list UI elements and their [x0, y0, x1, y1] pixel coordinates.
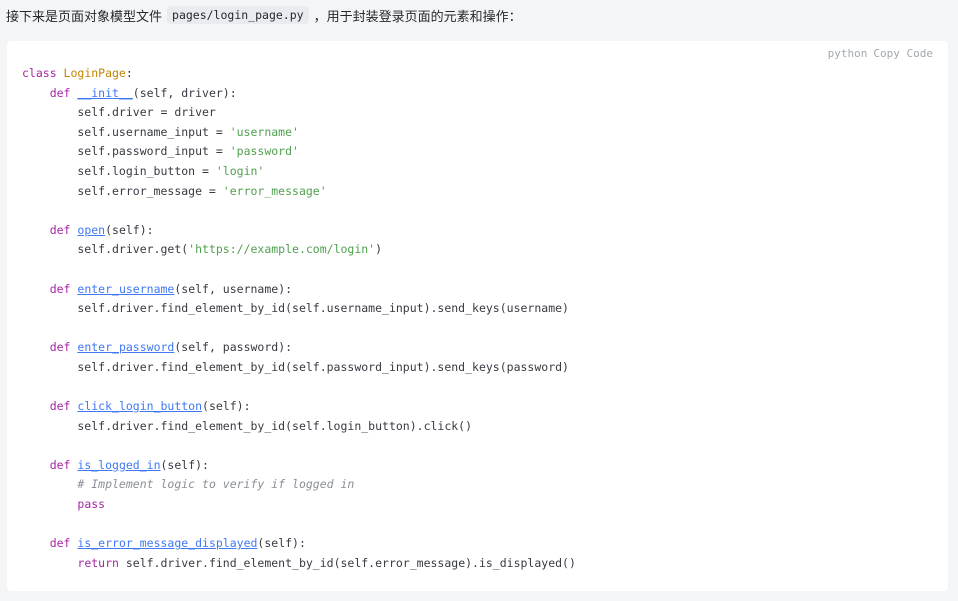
code-text: ) — [375, 242, 383, 257]
code-text: self.login_button = — [22, 163, 216, 178]
intro-text: 接下来是页面对象模型文件 pages/login_page.py ，用于封装登录… — [6, 4, 522, 26]
code-line: self.login_button = 'login' — [22, 162, 576, 182]
code-keyword: class — [22, 66, 64, 80]
code-text: self.driver.find_element_by_id(self.pass… — [22, 359, 569, 374]
code-line: self.error_message = 'error_message' — [22, 182, 576, 202]
code-function-name: click_login_button — [77, 399, 203, 414]
code-comment: # Implement logic to verify if logged in — [77, 477, 355, 492]
code-line: self.driver.find_element_by_id(self.logi… — [22, 417, 576, 437]
code-function-name: is_error_message_displayed — [77, 536, 258, 551]
code-class-name: LoginPage — [63, 66, 126, 80]
code-keyword: pass — [77, 497, 106, 512]
code-line: self.driver.find_element_by_id(self.pass… — [22, 358, 576, 378]
code-line: return self.driver.find_element_by_id(se… — [22, 554, 576, 574]
code-keyword: def — [49, 457, 78, 472]
code-line: def is_error_message_displayed(self): — [22, 534, 576, 554]
copy-label: Copy — [873, 47, 900, 60]
code-function-name: __init__ — [77, 85, 133, 100]
code-text: self.driver.find_element_by_id(self.user… — [22, 301, 569, 316]
code-line: def open(self): — [22, 221, 576, 241]
code-line: def __init__(self, driver): — [22, 84, 576, 104]
code-text: self.driver.get( — [22, 242, 189, 257]
code-function-name: enter_password — [77, 340, 175, 355]
inline-code-filename: pages/login_page.py — [167, 6, 309, 24]
code-keyword: def — [49, 399, 78, 414]
code-text: (self, driver): — [132, 85, 237, 100]
code-text: (self): — [160, 457, 209, 472]
code-line: def is_logged_in(self): — [22, 456, 576, 476]
code-content: class LoginPage: def __init__(self, driv… — [22, 64, 576, 573]
code-line: self.username_input = 'username' — [22, 123, 576, 143]
intro-text-after: ，用于封装登录页面的元素和操作： — [313, 9, 522, 25]
code-text: self.driver = driver — [22, 105, 216, 120]
code-line: self.password_input = 'password' — [22, 142, 576, 162]
code-text: (self, username): — [174, 281, 293, 296]
code-line: def enter_username(self, username): — [22, 280, 576, 300]
copy-code-button[interactable]: Copy Code — [873, 47, 933, 60]
code-string: 'login' — [215, 163, 265, 178]
code-text: self.driver.find_element_by_id(self.logi… — [22, 418, 473, 433]
code-text: (self, password): — [174, 340, 293, 355]
code-string: 'error_message' — [222, 183, 327, 198]
code-line: class LoginPage: — [22, 64, 576, 84]
code-text: (self): — [105, 222, 154, 237]
code-text: : — [125, 66, 133, 80]
code-line: self.driver.get('https://example.com/log… — [22, 240, 576, 260]
code-keyword: def — [49, 222, 78, 237]
code-string: 'password' — [229, 144, 299, 159]
code-keyword: return — [77, 555, 126, 570]
code-text: self.error_message = — [22, 183, 223, 198]
code-text: self.username_input = — [22, 124, 230, 139]
code-line: self.driver = driver — [22, 103, 576, 123]
code-text: self.password_input = — [22, 144, 230, 159]
code-function-name: enter_username — [77, 281, 175, 296]
code-function-name: is_logged_in — [77, 457, 161, 472]
code-string: 'https://example.com/login' — [188, 242, 376, 257]
code-keyword: def — [49, 85, 78, 100]
code-string: 'username' — [229, 124, 299, 139]
code-line: def click_login_button(self): — [22, 397, 576, 417]
code-block: python Copy Code class LoginPage: def __… — [7, 41, 948, 591]
intro-text-before: 接下来是页面对象模型文件 — [6, 9, 163, 25]
code-toolbar: python Copy Code — [828, 47, 933, 60]
code-line: # Implement logic to verify if logged in — [22, 475, 576, 495]
code-text: self.driver.find_element_by_id(self.erro… — [125, 555, 576, 570]
code-text: (self): — [202, 399, 251, 414]
code-keyword: def — [49, 340, 78, 355]
code-text: (self): — [257, 536, 306, 551]
code-keyword: def — [49, 536, 78, 551]
code-line: self.driver.find_element_by_id(self.user… — [22, 299, 576, 319]
code-label: Code — [906, 47, 934, 60]
code-line: def enter_password(self, password): — [22, 338, 576, 358]
code-line: pass — [22, 495, 576, 515]
code-function-name: open — [77, 222, 106, 237]
code-keyword: def — [49, 281, 78, 296]
code-language-label: python — [827, 47, 868, 60]
